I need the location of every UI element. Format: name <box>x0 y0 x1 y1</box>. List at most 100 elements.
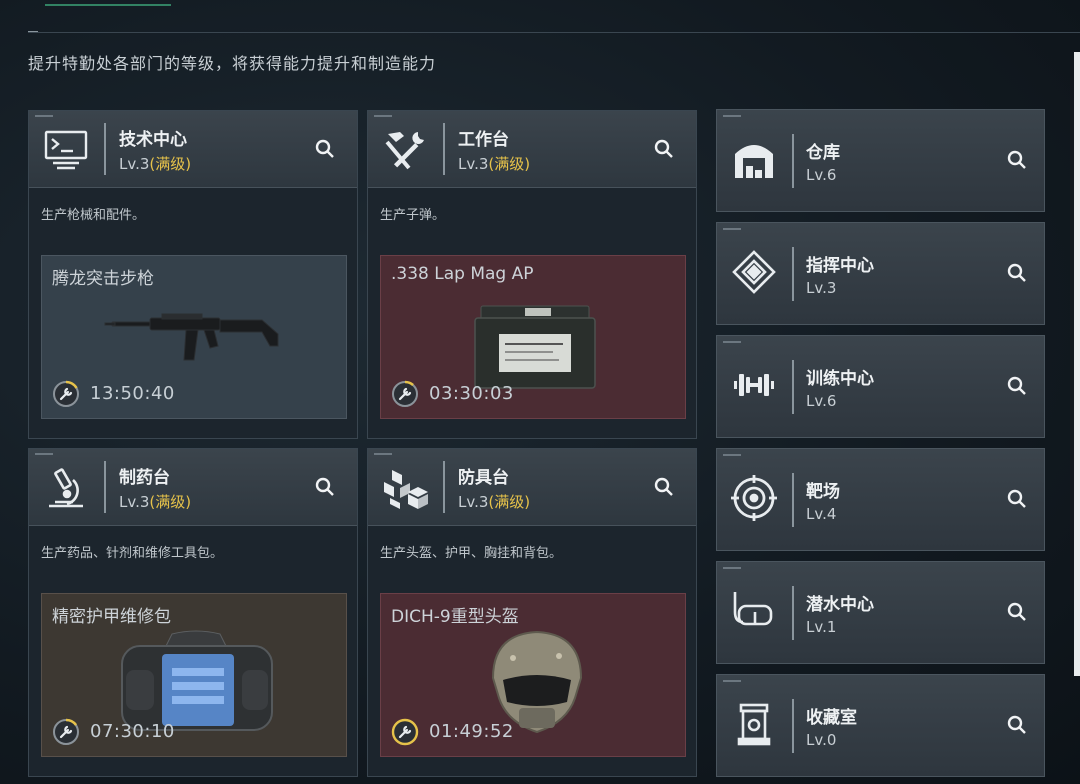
room-card-training-center[interactable]: 训练中心 Lv.6 <box>716 335 1045 438</box>
wrench-timer-icon <box>391 718 419 746</box>
production-timer: 03:30:03 <box>429 383 514 404</box>
header-separator <box>792 586 794 640</box>
search-button[interactable] <box>1003 146 1031 174</box>
department-name: 工作台 <box>458 130 509 150</box>
header-separator <box>443 123 445 175</box>
department-description: 生产枪械和配件。 <box>41 208 146 223</box>
room-card-command-center[interactable]: 指挥中心 Lv.3 <box>716 222 1045 325</box>
card-tag <box>723 228 741 230</box>
card-header: 工作台 Lv.3(满级) <box>368 111 696 188</box>
search-button[interactable] <box>311 135 339 163</box>
production-timer: 01:49:52 <box>429 721 514 742</box>
search-button[interactable] <box>650 135 678 163</box>
room-name: 靶场 <box>806 482 840 502</box>
search-icon <box>1007 715 1026 734</box>
display-case-icon <box>729 699 779 749</box>
header-separator <box>104 461 106 513</box>
search-icon <box>654 139 673 158</box>
header-divider <box>28 32 1080 33</box>
page-description: 提升特勤处各部门的等级，将获得能力提升和制造能力 <box>28 54 437 73</box>
header-separator <box>792 473 794 527</box>
card-tag <box>723 680 741 682</box>
search-button[interactable] <box>1003 711 1031 739</box>
search-icon <box>654 477 673 496</box>
target-icon <box>729 473 779 523</box>
production-slot[interactable]: 精密护甲维修包 07:30:10 <box>41 593 347 757</box>
search-icon <box>315 139 334 158</box>
search-button[interactable] <box>1003 372 1031 400</box>
search-icon <box>1007 602 1026 621</box>
header-separator <box>792 699 794 753</box>
department-name: 技术中心 <box>119 130 187 150</box>
search-icon <box>1007 489 1026 508</box>
header-separator <box>792 134 794 188</box>
computer-terminal-icon <box>41 127 91 173</box>
wrench-timer-icon <box>391 380 419 408</box>
search-icon <box>1007 150 1026 169</box>
room-level: Lv.0 <box>806 731 837 749</box>
room-level: Lv.1 <box>806 618 837 636</box>
header-separator <box>104 123 106 175</box>
card-header: 制药台 Lv.3(满级) <box>29 449 357 526</box>
card-header: 技术中心 Lv.3(满级) <box>29 111 357 188</box>
department-card-tech-center[interactable]: 技术中心 Lv.3(满级) 生产枪械和配件。 腾龙突击步枪 13:50:40 <box>28 110 358 439</box>
wrench-timer-icon <box>52 380 80 408</box>
microscope-icon <box>41 465 91 511</box>
card-tag <box>723 454 741 456</box>
department-level: Lv.3(满级) <box>458 493 531 511</box>
card-tag <box>374 453 392 455</box>
production-slot[interactable]: DICH-9重型头盔 01:49:52 <box>380 593 686 757</box>
room-level: Lv.3 <box>806 279 837 297</box>
search-button[interactable] <box>650 473 678 501</box>
hammer-wrench-icon <box>380 127 430 173</box>
room-level: Lv.6 <box>806 392 837 410</box>
header-separator <box>792 247 794 301</box>
card-tag <box>723 341 741 343</box>
room-name: 潜水中心 <box>806 595 874 615</box>
search-icon <box>1007 263 1026 282</box>
dumbbell-icon <box>729 360 779 410</box>
card-tag <box>723 115 741 117</box>
room-card-diving-center[interactable]: 潜水中心 Lv.1 <box>716 561 1045 664</box>
department-description: 生产药品、针剂和维修工具包。 <box>41 546 224 561</box>
room-name: 收藏室 <box>806 708 857 728</box>
department-level: Lv.3(满级) <box>119 155 192 173</box>
department-name: 制药台 <box>119 468 170 488</box>
header-separator <box>443 461 445 513</box>
search-button[interactable] <box>1003 598 1031 626</box>
card-header: 防具台 Lv.3(满级) <box>368 449 696 526</box>
item-name: DICH-9重型头盔 <box>391 607 519 627</box>
room-card-collection-room[interactable]: 收藏室 Lv.0 <box>716 674 1045 777</box>
item-name: 精密护甲维修包 <box>52 607 171 627</box>
header-separator <box>792 360 794 414</box>
card-tag <box>723 567 741 569</box>
search-icon <box>315 477 334 496</box>
search-button[interactable] <box>311 473 339 501</box>
production-timer: 13:50:40 <box>90 383 175 404</box>
search-button[interactable] <box>1003 259 1031 287</box>
room-level: Lv.6 <box>806 166 837 184</box>
room-card-shooting-range[interactable]: 靶场 Lv.4 <box>716 448 1045 551</box>
room-card-warehouse[interactable]: 仓库 Lv.6 <box>716 109 1045 212</box>
department-name: 防具台 <box>458 468 509 488</box>
warehouse-icon <box>729 134 779 184</box>
production-slot[interactable]: .338 Lap Mag AP 03:30:03 <box>380 255 686 419</box>
command-emblem-icon <box>729 247 779 297</box>
room-name: 指挥中心 <box>806 256 874 276</box>
search-button[interactable] <box>1003 485 1031 513</box>
department-card-armor-bench[interactable]: 防具台 Lv.3(满级) 生产头盔、护甲、胸挂和背包。 DICH-9重型头盔 0… <box>367 448 697 777</box>
card-tag <box>35 453 53 455</box>
production-timer: 07:30:10 <box>90 721 175 742</box>
room-name: 训练中心 <box>806 369 874 389</box>
item-name: .338 Lap Mag AP <box>391 264 534 284</box>
stacked-cubes-icon <box>380 465 430 511</box>
diving-mask-icon <box>729 586 779 636</box>
item-name: 腾龙突击步枪 <box>52 269 154 289</box>
card-tag <box>374 115 392 117</box>
search-icon <box>1007 376 1026 395</box>
department-card-pharmacy[interactable]: 制药台 Lv.3(满级) 生产药品、针剂和维修工具包。 精密护甲维修包 07:3… <box>28 448 358 777</box>
scrollbar-track[interactable] <box>1074 52 1080 676</box>
department-description: 生产子弹。 <box>380 208 446 223</box>
production-slot[interactable]: 腾龙突击步枪 13:50:40 <box>41 255 347 419</box>
department-card-workbench[interactable]: 工作台 Lv.3(满级) 生产子弹。 .338 Lap Mag AP 03:30… <box>367 110 697 439</box>
